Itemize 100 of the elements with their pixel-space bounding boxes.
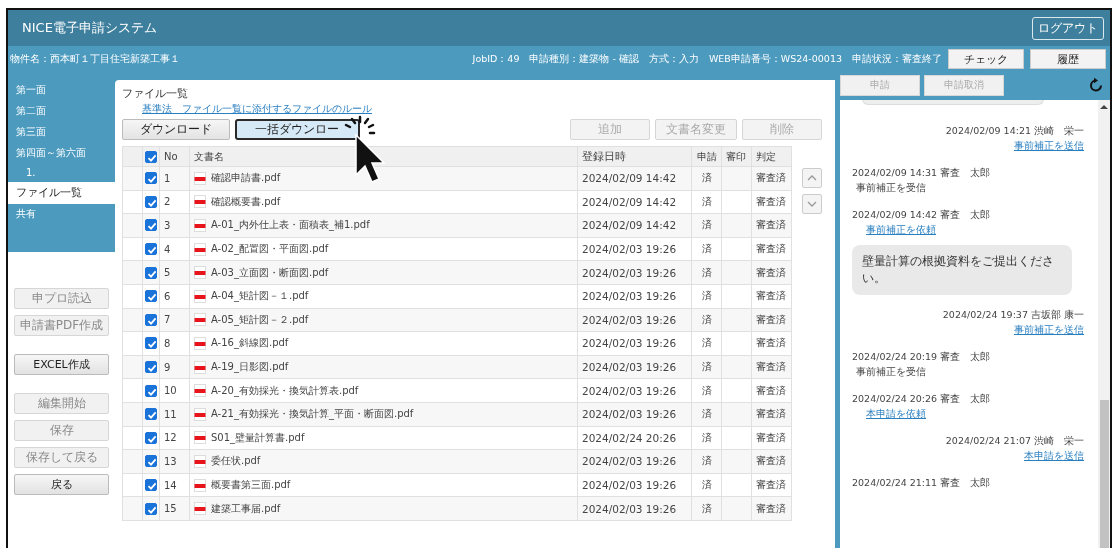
column-header: No: [159, 146, 190, 167]
column-header: 文書名: [189, 146, 578, 167]
file-name[interactable]: 建築工事届.pdf: [211, 502, 281, 514]
table-cell: 2024/02/03 19:26: [577, 260, 692, 285]
application-details: JobID：49 申請種別：建築物 - 確認 方式：入力 WEB申請番号：WS24-00013 申請状況：審査終了: [472, 52, 942, 66]
checkbox[interactable]: [145, 431, 157, 444]
message-header: 2024/02/24 20:19 審査 太郎: [852, 350, 991, 364]
logout-button[interactable]: ログアウト: [1032, 16, 1104, 40]
message-status: 事前補正を受信: [855, 365, 926, 379]
table-cell: 審査済: [751, 426, 792, 450]
chevron-down-icon: [807, 201, 817, 207]
checkbox[interactable]: [145, 172, 157, 185]
sidebar-item[interactable]: 第四面～第六面: [8, 143, 115, 164]
table-cell: 2024/02/03 19:26: [577, 284, 692, 309]
panel-title: ファイル一覧: [122, 86, 189, 102]
table-cell: 4: [159, 237, 190, 261]
file-name[interactable]: S01_壁量計算書.pdf: [211, 431, 305, 443]
history-button[interactable]: 履歴: [1030, 49, 1106, 69]
action-button[interactable]: EXCEL作成: [14, 354, 109, 375]
table-cell: 審査済: [751, 331, 792, 356]
check-button[interactable]: チェック: [948, 49, 1024, 69]
file-name[interactable]: A-20_有効採光・換気計算表.pdf: [211, 384, 359, 396]
pdf-file-icon: [194, 195, 206, 209]
message-link[interactable]: 本申請を依頼: [852, 407, 926, 421]
table-cell: 審査済: [751, 190, 792, 214]
rules-link[interactable]: 基準法 ファイル一覧に添付するファイルのルール: [122, 102, 372, 116]
pdf-file-icon: [194, 171, 206, 185]
checkbox[interactable]: [145, 313, 157, 326]
table-cell: 2024/02/03 19:26: [577, 237, 692, 261]
file-name[interactable]: A-19_日影図.pdf: [211, 361, 289, 373]
pdf-file-icon: [194, 219, 206, 232]
table-cell: 済: [691, 331, 722, 356]
scroll-up-icon[interactable]: [1100, 104, 1108, 110]
message-link[interactable]: 事前補正を送信: [1014, 140, 1084, 153]
table-cell: 済: [691, 237, 722, 261]
checkbox[interactable]: [145, 502, 157, 515]
checkbox[interactable]: [145, 479, 157, 491]
column-header: 判定: [751, 146, 792, 167]
table-cell: 2024/02/24 20:26: [577, 426, 692, 450]
message-header: 2024/02/24 19:37 吉坂部 康一: [942, 308, 1084, 322]
app-title: NICE電子申請システム: [22, 19, 157, 37]
file-name[interactable]: A-03_立面図・断面図.pdf: [211, 266, 329, 278]
file-name[interactable]: A-01_内外仕上表・面積表_補1.pdf: [211, 219, 370, 231]
chevron-up-icon: [807, 175, 817, 181]
pdf-file-icon: [194, 384, 206, 398]
file-name[interactable]: A-16_斜線図.pdf: [211, 337, 289, 349]
file-name[interactable]: A-05_矩計図－２.pdf: [211, 313, 309, 325]
action-button[interactable]: 戻る: [14, 474, 109, 495]
pdf-file-icon: [194, 336, 206, 350]
sidebar-item[interactable]: 第一面: [8, 80, 115, 101]
file-name[interactable]: 確認概要書.pdf: [211, 195, 281, 207]
checkbox[interactable]: [145, 408, 157, 421]
message-header: 2024/02/24 21:07 渋崎 栄一: [945, 434, 1084, 448]
message-header: 2024/02/24 20:26 審査 太郎: [852, 392, 991, 406]
checkbox[interactable]: [145, 455, 157, 468]
message-link[interactable]: 事前補正を送信: [1014, 323, 1084, 337]
table-cell: 2: [159, 190, 190, 214]
column-header: 申請: [691, 146, 722, 167]
column-header: 登録日時: [577, 146, 692, 167]
table-cell: 済: [691, 473, 722, 497]
scrollbar-thumb[interactable]: [1099, 400, 1109, 548]
message-header: 2024/02/09 14:21 渋崎 栄一: [945, 125, 1084, 138]
checkbox[interactable]: [145, 361, 157, 374]
file-name[interactable]: 確認申請書.pdf: [211, 172, 281, 184]
checkbox[interactable]: [145, 337, 157, 350]
table-cell: 2024/02/03 19:26: [577, 355, 692, 379]
refresh-icon[interactable]: [1088, 77, 1104, 93]
sidebar-item[interactable]: 1.: [8, 164, 115, 182]
file-name[interactable]: 委任状.pdf: [211, 455, 261, 467]
pdf-file-icon: [194, 478, 206, 492]
table-cell: 審査済: [751, 237, 792, 261]
download-button[interactable]: ダウンロード: [122, 119, 230, 140]
checkbox[interactable]: [145, 219, 157, 232]
checkbox[interactable]: [145, 243, 157, 256]
table-cell: 2024/02/03 19:26: [577, 331, 692, 356]
table-cell: 12: [159, 426, 190, 450]
pdf-file-icon: [194, 266, 206, 280]
sidebar-item[interactable]: 第二面: [8, 101, 115, 122]
table-cell: 14: [159, 473, 190, 497]
pdf-file-icon: [194, 289, 206, 303]
table-cell: 2024/02/03 19:26: [577, 473, 692, 497]
bulk-download-button[interactable]: 一括ダウンロー: [235, 119, 360, 140]
file-name[interactable]: 概要書第三面.pdf: [211, 479, 291, 490]
checkbox[interactable]: [145, 266, 157, 279]
checkbox[interactable]: [145, 290, 157, 303]
pdf-file-icon: [194, 242, 206, 256]
table-cell: 2024/02/09 14:42: [577, 190, 692, 214]
checkbox[interactable]: [145, 195, 157, 208]
sidebar-item[interactable]: 共有: [8, 204, 115, 225]
message-header: 2024/02/09 14:42 審査 太郎: [852, 209, 991, 222]
file-name[interactable]: A-02_配置図・平面図.pdf: [211, 243, 329, 255]
sidebar-item[interactable]: ファイル一覧: [8, 182, 115, 204]
message-link[interactable]: 本申請を送信: [1024, 449, 1084, 463]
message-link[interactable]: 事前補正を依頼: [852, 224, 936, 237]
checkbox[interactable]: [145, 150, 157, 163]
file-name[interactable]: A-04_矩計図－１.pdf: [211, 290, 309, 302]
table-cell: 2024/02/09 14:42: [577, 166, 692, 191]
checkbox[interactable]: [145, 384, 157, 397]
pdf-file-icon: [194, 502, 206, 516]
sidebar-item[interactable]: 第三面: [8, 122, 115, 143]
